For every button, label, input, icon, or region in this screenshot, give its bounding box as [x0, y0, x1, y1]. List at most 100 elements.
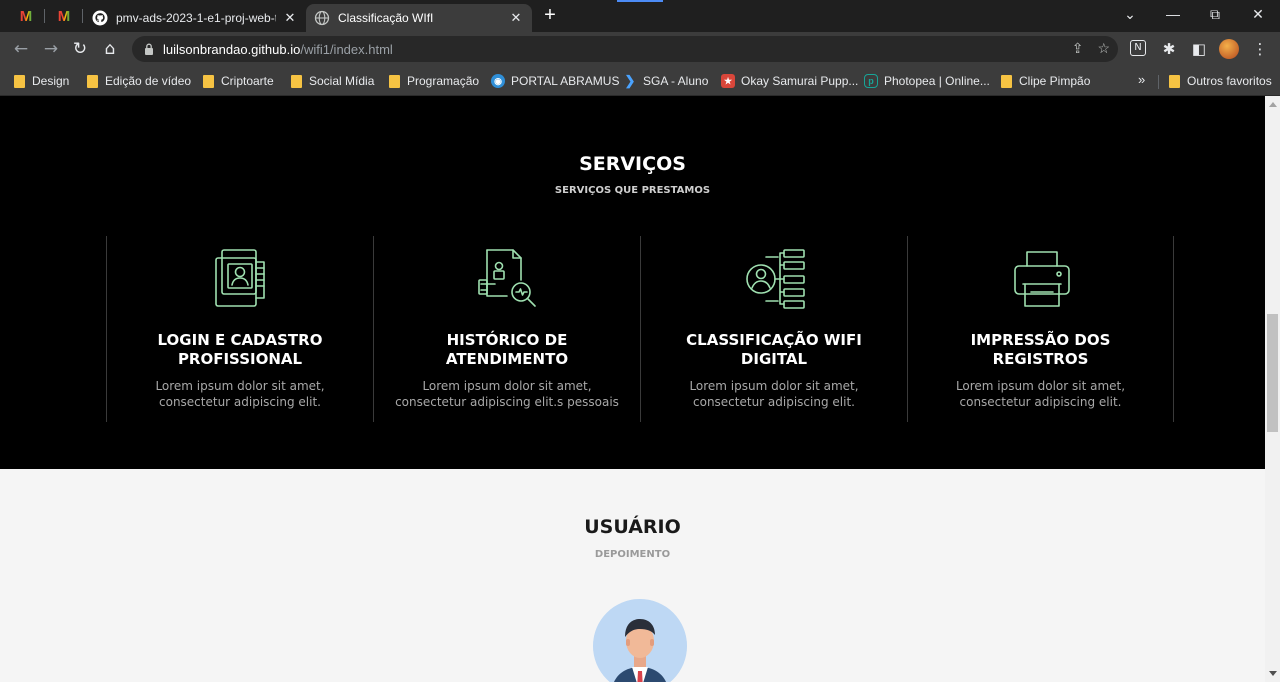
tab-title: pmv-ads-2023-1-e1-proj-web-t1: [116, 11, 276, 25]
folder-icon: [1001, 74, 1012, 88]
bookmark-outros-favoritos[interactable]: Outros favoritos: [1169, 72, 1272, 90]
tab-github[interactable]: pmv-ads-2023-1-e1-proj-web-t1 ✕: [84, 4, 306, 32]
browser-toolbar: ← → ↻ ⌂ luilsonbrandao.github.io/wifi1/i…: [0, 32, 1280, 66]
forward-arrow-icon[interactable]: →: [40, 38, 62, 60]
window-close-button[interactable]: ✕: [1243, 6, 1273, 26]
bookmark-label: Programação: [407, 74, 480, 88]
services-section: SERVIÇOS SERVIÇOS QUE PRESTAMOS LOGIN E …: [0, 96, 1265, 469]
tab-title: Classificação WIfI: [338, 11, 434, 25]
document-search-icon: [478, 249, 536, 307]
service-card: IMPRESSÃO DOS REGISTROS Lorem ipsum dolo…: [907, 236, 1174, 422]
services-grid: LOGIN E CADASTRO PROFISSIONAL Lorem ipsu…: [106, 236, 1174, 422]
bookmark-sga-aluno[interactable]: ❯ SGA - Aluno: [623, 72, 709, 90]
profile-avatar-icon[interactable]: [1219, 39, 1239, 59]
folder-icon: [203, 74, 214, 88]
github-icon: [92, 10, 108, 26]
bookmark-design[interactable]: Design: [14, 72, 69, 90]
url-path: /wifi1/index.html: [300, 41, 393, 57]
page-viewport: SERVIÇOS SERVIÇOS QUE PRESTAMOS LOGIN E …: [0, 96, 1265, 682]
tab-divider: [44, 9, 45, 23]
folder-icon: [389, 74, 400, 88]
menu-kebab-icon[interactable]: ⋮: [1251, 40, 1269, 58]
share-icon[interactable]: ⇪: [1072, 40, 1084, 57]
printer-icon: [1014, 251, 1070, 307]
globe-icon: [314, 10, 330, 26]
bookmark-label: PORTAL ABRAMUS: [511, 74, 620, 88]
service-name: LOGIN E CADASTRO PROFISSIONAL: [157, 331, 323, 368]
service-description: Lorem ipsum dolor sit amet, consectetur …: [955, 379, 1126, 409]
bookmark-label: Clipe Pimpão: [1019, 74, 1091, 88]
service-card: HISTÓRICO DE ATENDIMENTO Lorem ipsum dol…: [373, 236, 640, 422]
extensions-puzzle-icon[interactable]: ✱: [1160, 40, 1178, 58]
bookmark-label: Outros favoritos: [1187, 74, 1272, 88]
photopea-icon: p: [864, 74, 878, 88]
bookmark-label: Design: [32, 74, 70, 88]
service-description: Lorem ipsum dolor sit amet, consectetur …: [155, 379, 325, 409]
star-icon[interactable]: ☆: [1097, 40, 1110, 57]
service-card: CLASSIFICAÇÃO WIFI DIGITAL Lorem ipsum d…: [640, 236, 907, 422]
folder-icon: [87, 74, 98, 88]
gmail-icon[interactable]: M: [14, 6, 38, 26]
service-description: Lorem ipsum dolor sit amet, consectetur …: [689, 379, 859, 409]
bookmark-criptoarte[interactable]: Criptoarte: [203, 72, 274, 90]
bookmark-portal-abramus[interactable]: ◉ PORTAL ABRAMUS: [491, 72, 619, 90]
folder-icon: [1169, 74, 1180, 88]
folder-icon: [291, 74, 302, 88]
services-subtitle: SERVIÇOS QUE PRESTAMOS: [554, 185, 711, 196]
samurai-icon: ★: [721, 74, 735, 88]
page-scrollbar[interactable]: [1265, 96, 1280, 682]
bookmark-label: Okay Samurai Pupp...: [741, 74, 859, 88]
bookmarks-overflow-button[interactable]: »: [1138, 72, 1145, 87]
users-title: USUÁRIO: [584, 516, 681, 538]
lock-icon: [145, 43, 153, 55]
bookmark-edicao-video[interactable]: Edição de vídeo: [87, 72, 191, 90]
user-avatar: [593, 599, 687, 682]
abramus-icon: ◉: [491, 74, 505, 88]
url-host: luilsonbrandao.github.io: [163, 41, 301, 57]
tab-divider: [82, 9, 83, 23]
service-description: Lorem ipsum dolor sit amet, consectetur …: [395, 379, 619, 409]
gmail-icon[interactable]: M: [52, 6, 76, 26]
profile-card-icon: [215, 249, 265, 307]
bookmark-photopea[interactable]: p Photopea | Online...: [864, 72, 990, 90]
bookmark-label: Photopea | Online...: [884, 74, 990, 88]
service-card: LOGIN E CADASTRO PROFISSIONAL Lorem ipsu…: [106, 236, 373, 422]
service-name: HISTÓRICO DE ATENDIMENTO: [445, 331, 569, 368]
scrollbar-thumb[interactable]: [1267, 314, 1278, 432]
bookmark-okay-samurai[interactable]: ★ Okay Samurai Pupp...: [721, 72, 858, 90]
bookmark-social-midia[interactable]: Social Mídia: [291, 72, 374, 90]
reload-icon[interactable]: ↻: [69, 38, 91, 60]
tab-indicator: [617, 0, 663, 2]
address-bar[interactable]: luilsonbrandao.github.io/wifi1/index.htm…: [132, 36, 1118, 62]
users-section: USUÁRIO DEPOIMENTO: [0, 469, 1265, 682]
minimize-button[interactable]: —: [1158, 6, 1188, 26]
tab-active[interactable]: Classificação WIfI ✕: [306, 4, 532, 32]
close-icon[interactable]: ✕: [282, 10, 298, 26]
sga-icon: ❯: [624, 73, 636, 88]
home-icon[interactable]: ⌂: [99, 38, 121, 60]
bookmark-programacao[interactable]: Programação: [389, 72, 479, 90]
bookmarks-bar: Design Edição de vídeo Criptoarte Social…: [0, 66, 1280, 96]
restore-button[interactable]: ⧉: [1200, 6, 1230, 26]
service-name: IMPRESSÃO DOS REGISTROS: [970, 331, 1111, 368]
bookmark-label: SGA - Aluno: [643, 74, 709, 88]
scroll-up-arrow-icon[interactable]: [1269, 102, 1277, 107]
back-arrow-icon[interactable]: ←: [10, 38, 32, 60]
user-network-icon: [746, 249, 805, 309]
scroll-down-arrow-icon[interactable]: [1269, 671, 1277, 676]
side-panel-icon[interactable]: ◧: [1190, 40, 1208, 58]
notion-icon[interactable]: N: [1130, 40, 1146, 56]
tab-search-button[interactable]: ⌄: [1115, 6, 1145, 26]
new-tab-button[interactable]: +: [540, 5, 560, 27]
folder-icon: [14, 74, 25, 88]
bookmark-label: Criptoarte: [221, 74, 274, 88]
tab-strip: M M pmv-ads-2023-1-e1-proj-web-t1 ✕ Clas…: [0, 0, 1280, 32]
bookmarks-divider: [1158, 75, 1159, 89]
businessman-avatar-icon: [593, 599, 687, 682]
bookmark-label: Edição de vídeo: [105, 74, 192, 88]
bookmark-label: Social Mídia: [309, 74, 375, 88]
close-icon[interactable]: ✕: [508, 10, 524, 26]
bookmark-clipe-pimpao[interactable]: Clipe Pimpão: [1001, 72, 1090, 90]
services-title: SERVIÇOS: [579, 153, 686, 175]
users-subtitle: DEPOIMENTO: [594, 549, 671, 560]
